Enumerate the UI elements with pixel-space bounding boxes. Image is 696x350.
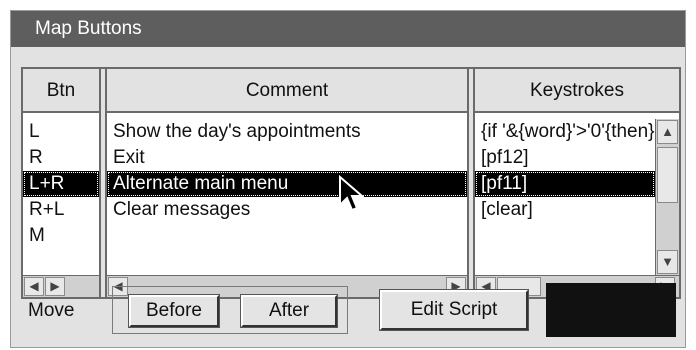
btn-cell[interactable]: L xyxy=(23,119,99,145)
column-splitter[interactable] xyxy=(467,69,475,297)
keystrokes-cell[interactable]: [clear] xyxy=(475,197,655,223)
column-splitter[interactable] xyxy=(99,69,107,297)
comment-cell-selected[interactable]: Alternate main menu xyxy=(107,171,467,197)
btn-cell[interactable]: R xyxy=(23,145,99,171)
scroll-down-icon[interactable]: ▼ xyxy=(657,250,678,274)
comment-column-rows: Show the day's appointments Exit Alterna… xyxy=(107,119,467,249)
btn-column-header[interactable]: Btn xyxy=(23,69,99,113)
keystrokes-cell[interactable] xyxy=(475,223,655,249)
keystrokes-column-rows: {if '&{word}'>'0'{then} [pf12] [pf11] [c… xyxy=(475,119,655,249)
move-label: Move xyxy=(28,300,75,321)
move-button-group: Before After xyxy=(112,286,348,334)
window-title: Map Buttons xyxy=(11,11,685,47)
comment-cell[interactable] xyxy=(107,223,467,249)
btn-cell[interactable]: R+L xyxy=(23,197,99,223)
black-panel xyxy=(546,283,676,337)
scroll-left-icon[interactable]: ◀ xyxy=(24,277,44,296)
after-button[interactable]: After xyxy=(240,294,338,328)
keystrokes-cell[interactable]: [pf12] xyxy=(475,145,655,171)
before-button[interactable]: Before xyxy=(128,294,220,328)
keystrokes-column-header[interactable]: Keystrokes xyxy=(475,69,679,113)
comment-cell[interactable]: Clear messages xyxy=(107,197,467,223)
btn-column-rows: L R L+R R+L M xyxy=(23,119,99,249)
keystrokes-vscrollbar[interactable]: ▲ ▼ xyxy=(655,119,679,275)
btn-column-hscrollbar[interactable]: ◀ ▶ xyxy=(23,275,99,297)
keystrokes-column: Keystrokes {if '&{word}'>'0'{then} [pf12… xyxy=(475,69,679,297)
btn-cell-selected[interactable]: L+R xyxy=(23,171,99,197)
scroll-right-icon[interactable]: ▶ xyxy=(45,277,65,296)
btn-cell[interactable]: M xyxy=(23,223,99,249)
mouse-pointer-icon xyxy=(339,175,364,212)
comment-cell[interactable]: Show the day's appointments xyxy=(107,119,467,145)
comment-column-header[interactable]: Comment xyxy=(107,69,467,113)
comment-column: Comment Show the day's appointments Exit… xyxy=(107,69,467,297)
vscroll-thumb[interactable] xyxy=(657,147,678,203)
comment-cell[interactable]: Exit xyxy=(107,145,467,171)
keystrokes-cell-selected[interactable]: [pf11] xyxy=(475,171,655,197)
edit-script-button[interactable]: Edit Script xyxy=(379,289,529,331)
btn-column: Btn L R L+R R+L M ◀ ▶ xyxy=(23,69,99,297)
scroll-up-icon[interactable]: ▲ xyxy=(657,120,678,144)
keystrokes-cell[interactable]: {if '&{word}'>'0'{then} xyxy=(475,119,655,145)
